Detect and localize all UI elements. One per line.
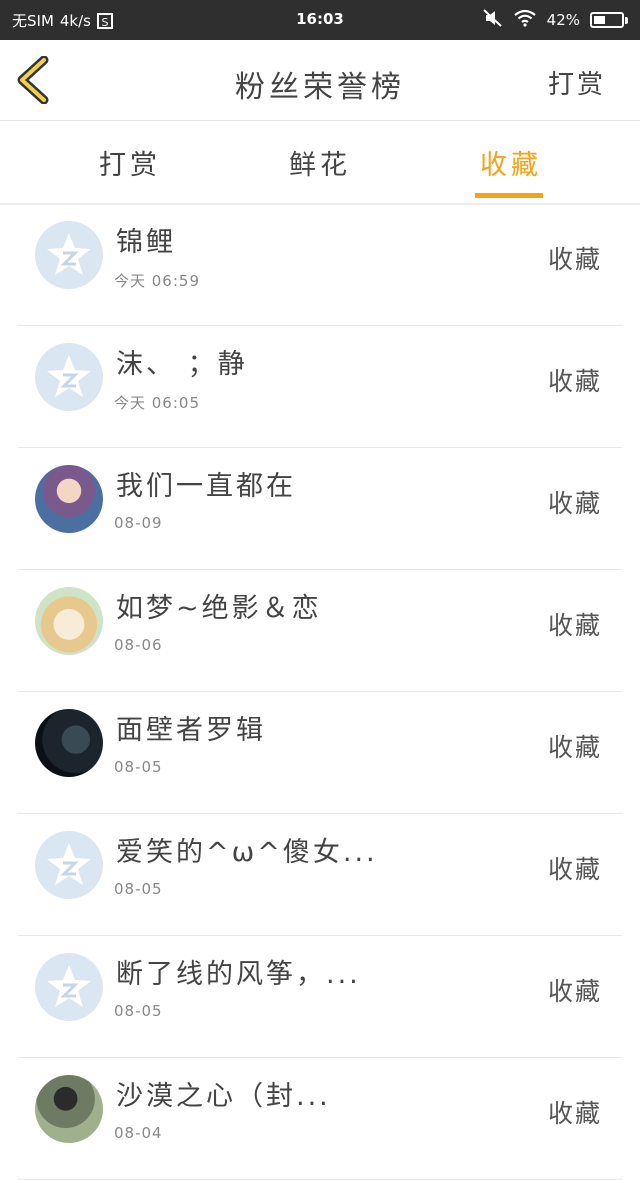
default-avatar-icon[interactable] xyxy=(35,953,103,1021)
mute-icon xyxy=(482,9,503,31)
avatar[interactable] xyxy=(35,1075,103,1143)
tab-favorites[interactable]: 收藏 xyxy=(451,143,571,182)
action-label: 收藏 xyxy=(547,367,602,396)
fan-time: 08-09 xyxy=(114,514,163,532)
battery-icon xyxy=(590,12,628,28)
tab-active-indicator xyxy=(475,193,543,198)
list-item[interactable]: 我们一直都在 08-09 收藏 xyxy=(18,448,622,570)
list-item[interactable]: 锦鲤今天 06:59 收藏 xyxy=(18,204,622,326)
list-item[interactable]: 沫、 ；静今天 06:05 收藏 xyxy=(18,326,622,448)
action-label: 收藏 xyxy=(547,611,602,640)
avatar[interactable] xyxy=(35,465,103,533)
fan-name: 爱笑的^ω^傻女... xyxy=(116,837,378,868)
fan-name: 面壁者罗辑 xyxy=(116,715,266,746)
fan-name: 沙漠之心（封... xyxy=(116,1081,331,1112)
wifi-icon xyxy=(513,9,537,31)
list-item[interactable]: 如梦~绝影＆恋 08-06 收藏 xyxy=(18,570,622,692)
fan-name: 如梦~绝影＆恋 xyxy=(116,593,322,624)
fan-time: 08-05 xyxy=(114,880,163,898)
avatar[interactable] xyxy=(35,587,103,655)
action-label: 收藏 xyxy=(547,977,602,1006)
list-item[interactable]: 面壁者罗辑 08-05 收藏 xyxy=(18,692,622,814)
action-label: 收藏 xyxy=(547,733,602,762)
fan-time: 08-05 xyxy=(114,1002,163,1020)
fan-name: 我们一直都在 xyxy=(116,471,296,502)
avatar[interactable] xyxy=(35,709,103,777)
action-label: 收藏 xyxy=(547,489,602,518)
tab-tip[interactable]: 打赏 xyxy=(70,143,190,182)
default-avatar-icon[interactable] xyxy=(35,343,103,411)
fan-time: 08-04 xyxy=(114,1124,163,1142)
fan-name: 断了线的风筝，... xyxy=(116,959,361,990)
tip-button[interactable]: 打赏 xyxy=(548,64,606,101)
list-item[interactable]: 沙漠之心（封... 08-04 收藏 xyxy=(18,1058,622,1180)
status-right: 42% xyxy=(482,9,628,31)
battery-percent: 42% xyxy=(546,11,580,29)
default-avatar-icon[interactable] xyxy=(35,221,103,289)
fan-time: 今天 06:05 xyxy=(114,394,200,412)
action-label: 收藏 xyxy=(547,855,602,884)
fan-name: 沫、 ；静 xyxy=(116,349,248,380)
fan-time: 08-05 xyxy=(114,758,163,776)
action-label: 收藏 xyxy=(547,245,602,274)
nav-header: 粉丝荣誉榜 打赏 xyxy=(0,40,640,121)
page-title: 粉丝荣誉榜 xyxy=(235,70,405,105)
list-item[interactable]: 爱笑的^ω^傻女... 08-05 收藏 xyxy=(18,814,622,936)
list-item[interactable]: 断了线的风筝，... 08-05 收藏 xyxy=(18,936,622,1058)
fan-time: 今天 06:59 xyxy=(114,272,200,290)
tab-bar: 打赏 鲜花 收藏 xyxy=(0,121,640,205)
tab-flowers[interactable]: 鲜花 xyxy=(260,143,380,182)
action-label: 收藏 xyxy=(547,1099,602,1128)
fan-list: 锦鲤 今天 06:59 收藏 沫、 ；静 今天 06:05 收藏 我们一直都在 08-09 收藏… xyxy=(0,204,640,1180)
status-bar: 无SIM 4k/s S 16:03 42% xyxy=(0,0,640,40)
fan-name: 锦鲤 xyxy=(116,227,176,258)
fan-time: 08-06 xyxy=(114,636,163,654)
default-avatar-icon[interactable] xyxy=(35,831,103,899)
